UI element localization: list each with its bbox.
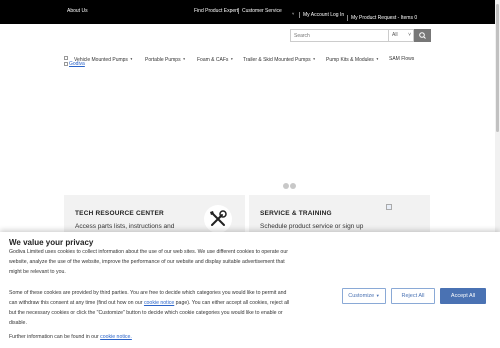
card-title: SERVICE & TRAINING	[260, 210, 332, 217]
search-input[interactable]	[290, 29, 389, 42]
reject-all-button[interactable]: Reject All	[391, 288, 435, 304]
nav-item-portable-pumps[interactable]: Portable Pumps ▼	[145, 56, 186, 63]
tools-icon	[204, 205, 232, 233]
cookie-notice-link[interactable]: cookie notice	[144, 300, 174, 306]
scrollbar-thumb[interactable]	[496, 4, 499, 132]
divider	[238, 8, 239, 14]
card-description: Schedule product service or sign up	[260, 223, 364, 230]
chevron-down-icon: ˅	[408, 32, 411, 38]
my-account-link[interactable]: My Account Log In	[303, 12, 344, 18]
chevron-down-icon: ▼	[375, 293, 380, 298]
search-icon	[419, 32, 426, 39]
customer-service-link[interactable]: Customer Service	[242, 8, 282, 14]
top-bar: About Us Find Product Expert Customer Se…	[0, 0, 500, 24]
customize-button[interactable]: Customize ▼	[342, 288, 386, 304]
search-button[interactable]	[414, 29, 431, 42]
find-product-expert-link[interactable]: Find Product Expert	[194, 8, 238, 14]
accept-all-button[interactable]: Accept All	[440, 288, 486, 304]
search-scope-select[interactable]: All ˅	[389, 29, 414, 42]
cookie-notice-link[interactable]: cookie notice.	[100, 334, 132, 340]
cookie-paragraph-1: Godiva Limited uses cookies to collect i…	[9, 249, 288, 275]
card-title: TECH RESOURCE CENTER	[75, 210, 164, 217]
nav-item-sam-flows[interactable]: SAM Flows	[389, 56, 414, 62]
carousel-dot[interactable]	[290, 183, 296, 189]
about-us-link[interactable]: About Us	[67, 8, 88, 14]
card-description: Access parts lists, instructions and	[75, 223, 175, 230]
cookie-paragraph-3: Further information can be found in our …	[9, 334, 132, 340]
caret-down-icon: ▼	[182, 57, 186, 61]
broken-image-icon	[386, 204, 392, 210]
product-request-link[interactable]: My Product Request - Items 0	[351, 15, 417, 21]
broken-image-icon	[64, 62, 68, 66]
logo-image-link[interactable]: Godiva	[64, 61, 85, 67]
chevron-down-icon[interactable]: ˅	[292, 11, 294, 17]
divider	[347, 15, 348, 21]
cookie-consent-banner: We value your privacy Godiva Limited use…	[0, 232, 500, 348]
caret-down-icon: ▼	[230, 57, 234, 61]
nav-item-trailer-skid-mounted-pumps[interactable]: Trailer & Skid Mounted Pumps ▼	[243, 56, 316, 63]
carousel-dot[interactable]	[283, 183, 289, 189]
caret-down-icon: ▼	[129, 57, 133, 61]
nav-item-foam-cafs[interactable]: Foam & CAFs ▼	[197, 56, 233, 63]
search-scope-value: All	[392, 32, 398, 38]
nav-item-pump-kits-modules[interactable]: Pump Kits & Modules ▼	[326, 56, 379, 63]
search-bar: All ˅	[290, 29, 431, 42]
cookie-heading: We value your privacy	[9, 238, 94, 247]
caret-down-icon: ▼	[375, 57, 379, 61]
caret-down-icon: ▼	[312, 57, 316, 61]
cookie-paragraph-2: Some of these cookies are provided by th…	[9, 290, 290, 326]
divider	[299, 12, 300, 18]
